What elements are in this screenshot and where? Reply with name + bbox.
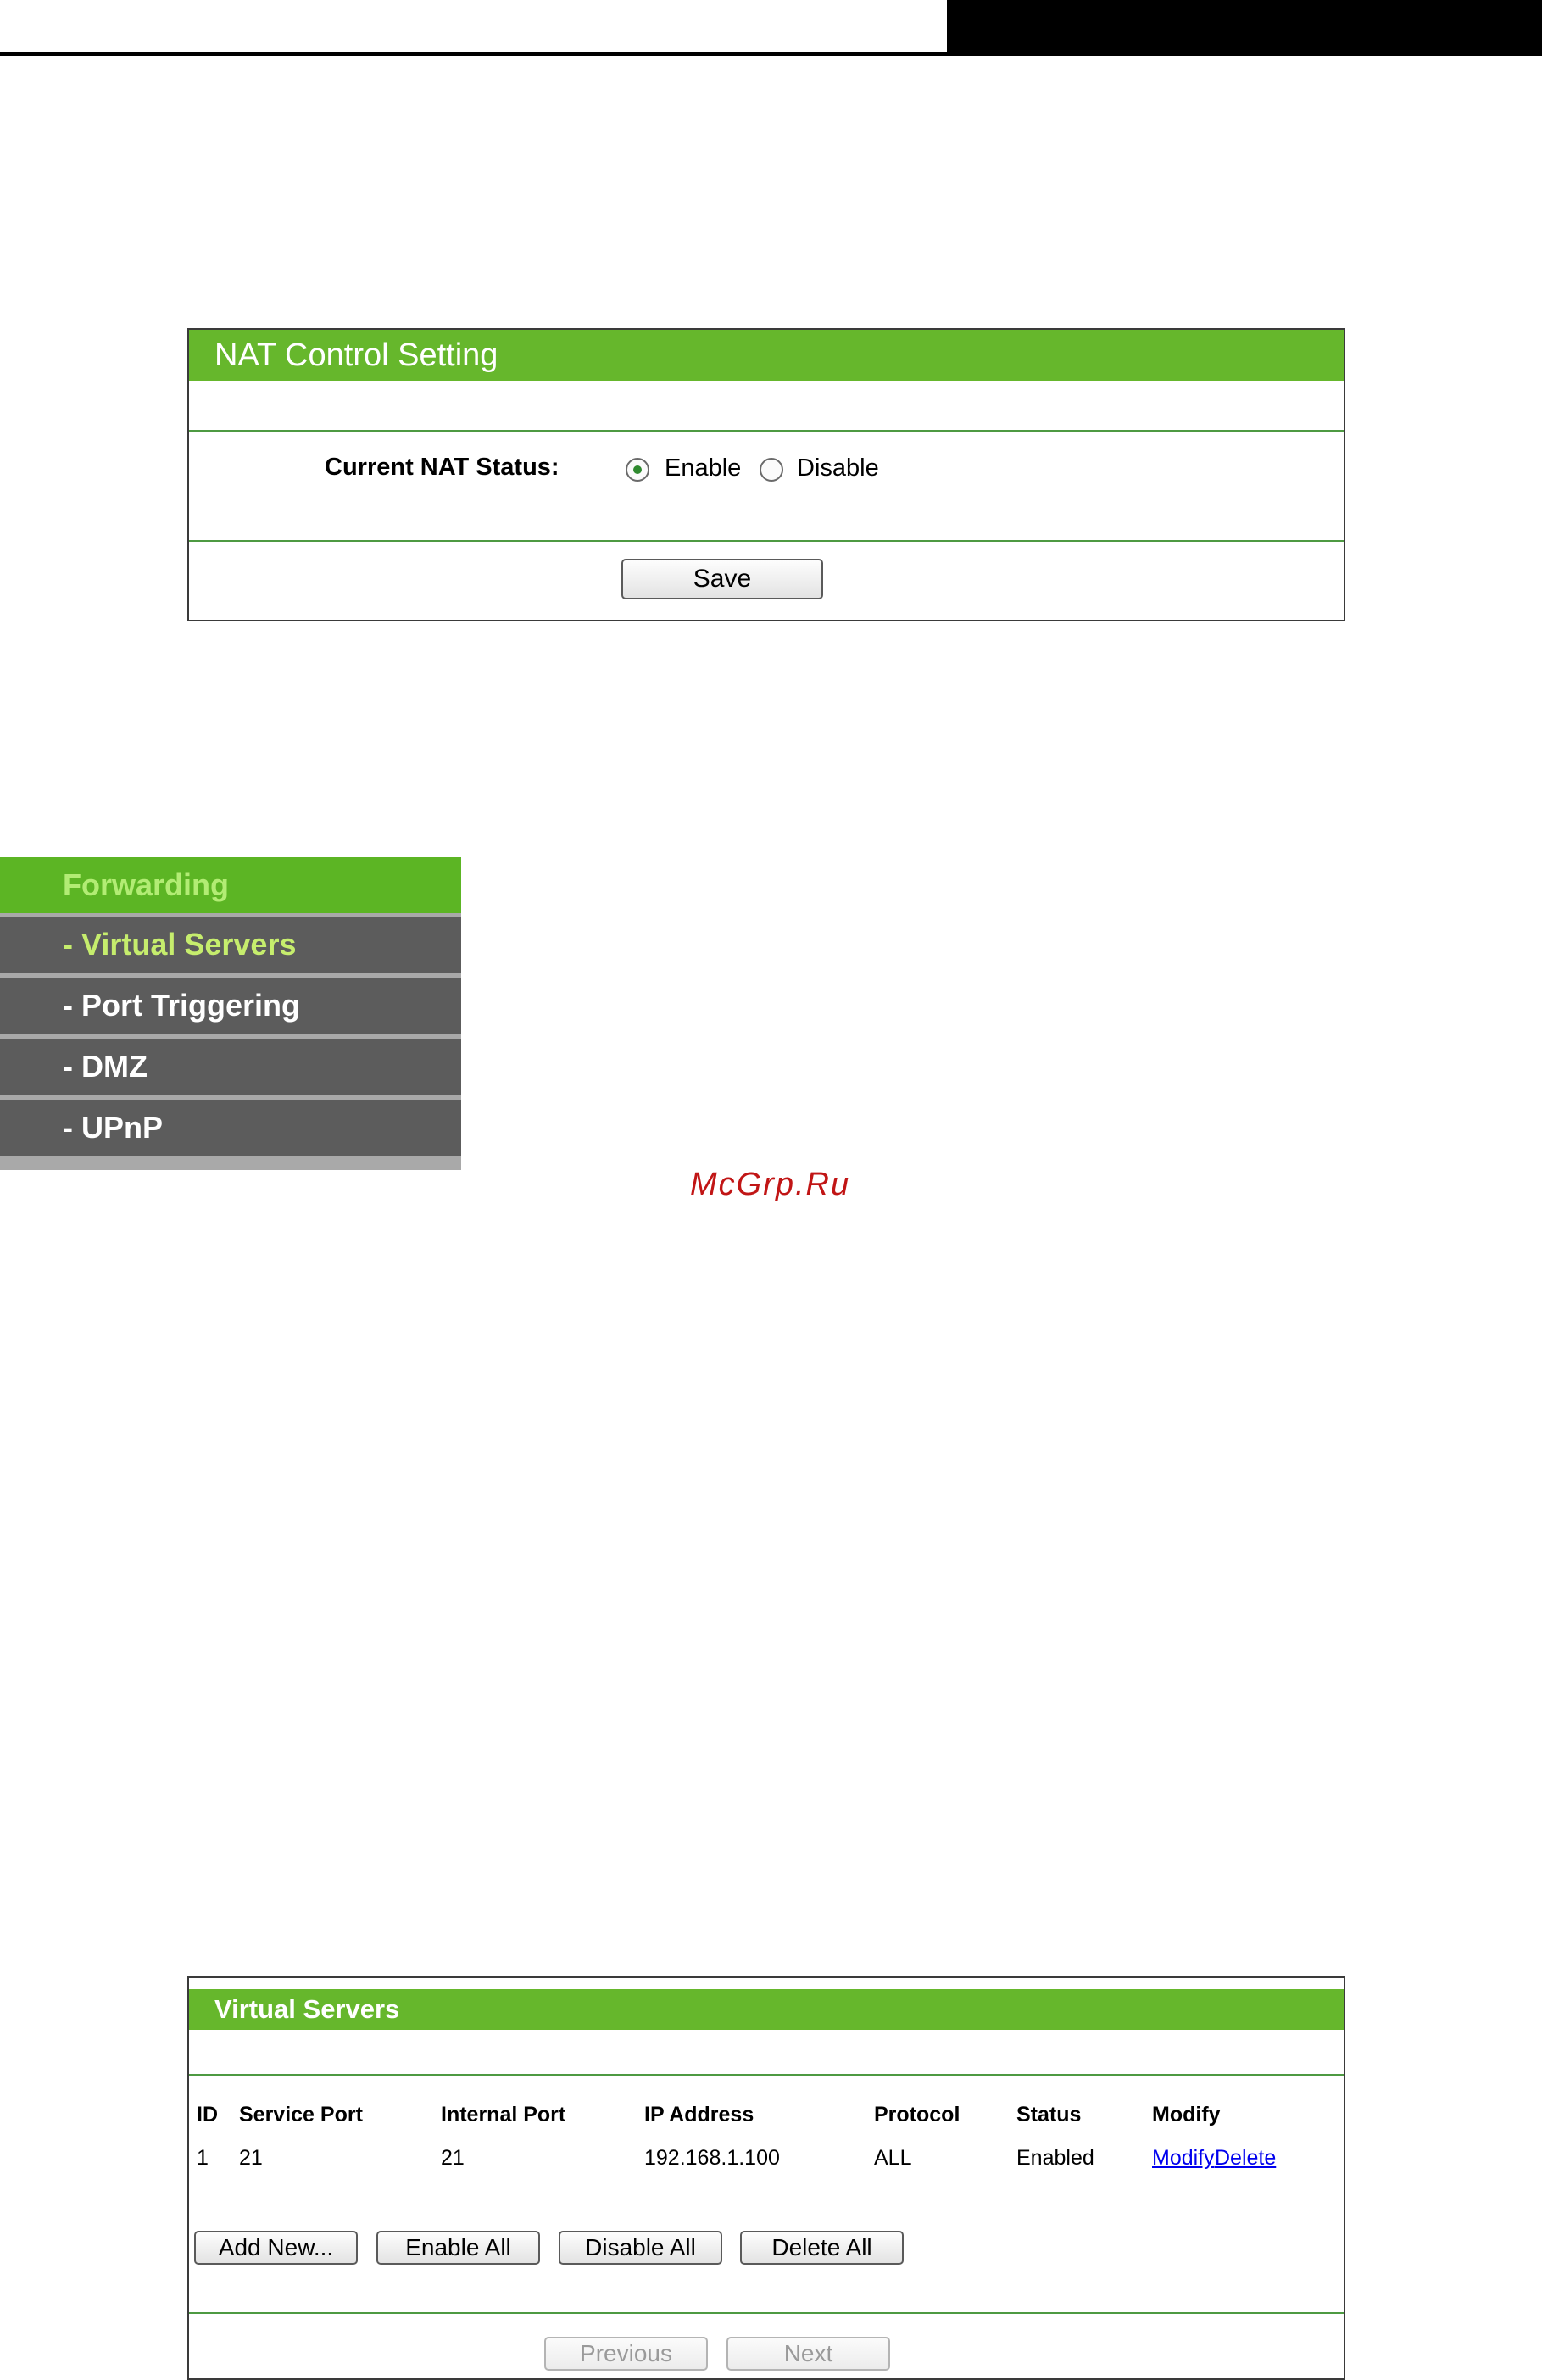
cell-ip-address: 192.168.1.100 (644, 2146, 780, 2170)
divider (189, 2312, 1344, 2314)
column-header-service-port: Service Port (239, 2103, 363, 2126)
divider (189, 2074, 1344, 2076)
cell-status: Enabled (1016, 2146, 1094, 2170)
previous-button[interactable]: Previous (544, 2337, 708, 2371)
enable-radio[interactable] (626, 458, 649, 482)
delete-all-button[interactable]: Delete All (740, 2231, 904, 2265)
add-new-button[interactable]: Add New... (194, 2231, 358, 2265)
delete-link[interactable]: Delete (1215, 2146, 1276, 2171)
panel-title: NAT Control Setting (189, 330, 1344, 381)
column-header-id: ID (197, 2103, 218, 2126)
column-header-ip-address: IP Address (644, 2103, 754, 2126)
cell-internal-port: 21 (441, 2146, 465, 2170)
header-black-block (947, 0, 1542, 56)
disable-radio-label[interactable]: Disable (797, 454, 879, 482)
cell-service-port: 21 (239, 2146, 263, 2170)
virtual-servers-panel: Virtual Servers ID Service Port Internal… (187, 1976, 1345, 2380)
column-header-modify: Modify (1152, 2103, 1221, 2126)
nat-control-panel: NAT Control Setting Current NAT Status: … (187, 328, 1345, 621)
cell-protocol: ALL (874, 2146, 912, 2170)
enable-all-button[interactable]: Enable All (376, 2231, 540, 2265)
menu-item-dmz[interactable]: - DMZ (0, 1039, 461, 1095)
disable-radio[interactable] (760, 458, 783, 482)
menu-item-virtual-servers[interactable]: - Virtual Servers (0, 917, 461, 973)
nat-status-label: Current NAT Status: (325, 454, 559, 481)
menu-item-port-triggering[interactable]: - Port Triggering (0, 978, 461, 1034)
divider (189, 540, 1344, 542)
column-header-protocol: Protocol (874, 2103, 960, 2126)
save-button[interactable]: Save (621, 559, 823, 599)
menu-header-forwarding[interactable]: Forwarding (0, 857, 461, 913)
divider (189, 430, 1344, 432)
header-rule (0, 52, 1542, 56)
modify-link[interactable]: Modify (1152, 2146, 1215, 2171)
forwarding-menu: Forwarding - Virtual Servers - Port Trig… (0, 857, 461, 1170)
panel-title: Virtual Servers (189, 1989, 1344, 2030)
enable-radio-label[interactable]: Enable (665, 454, 741, 482)
cell-id: 1 (197, 2146, 209, 2170)
radio-selected-dot (633, 465, 642, 474)
disable-all-button[interactable]: Disable All (559, 2231, 722, 2265)
menu-item-upnp[interactable]: - UPnP (0, 1100, 461, 1156)
watermark: McGrp.Ru (690, 1167, 851, 1202)
column-header-status: Status (1016, 2103, 1082, 2126)
column-header-internal-port: Internal Port (441, 2103, 566, 2126)
next-button[interactable]: Next (726, 2337, 890, 2371)
